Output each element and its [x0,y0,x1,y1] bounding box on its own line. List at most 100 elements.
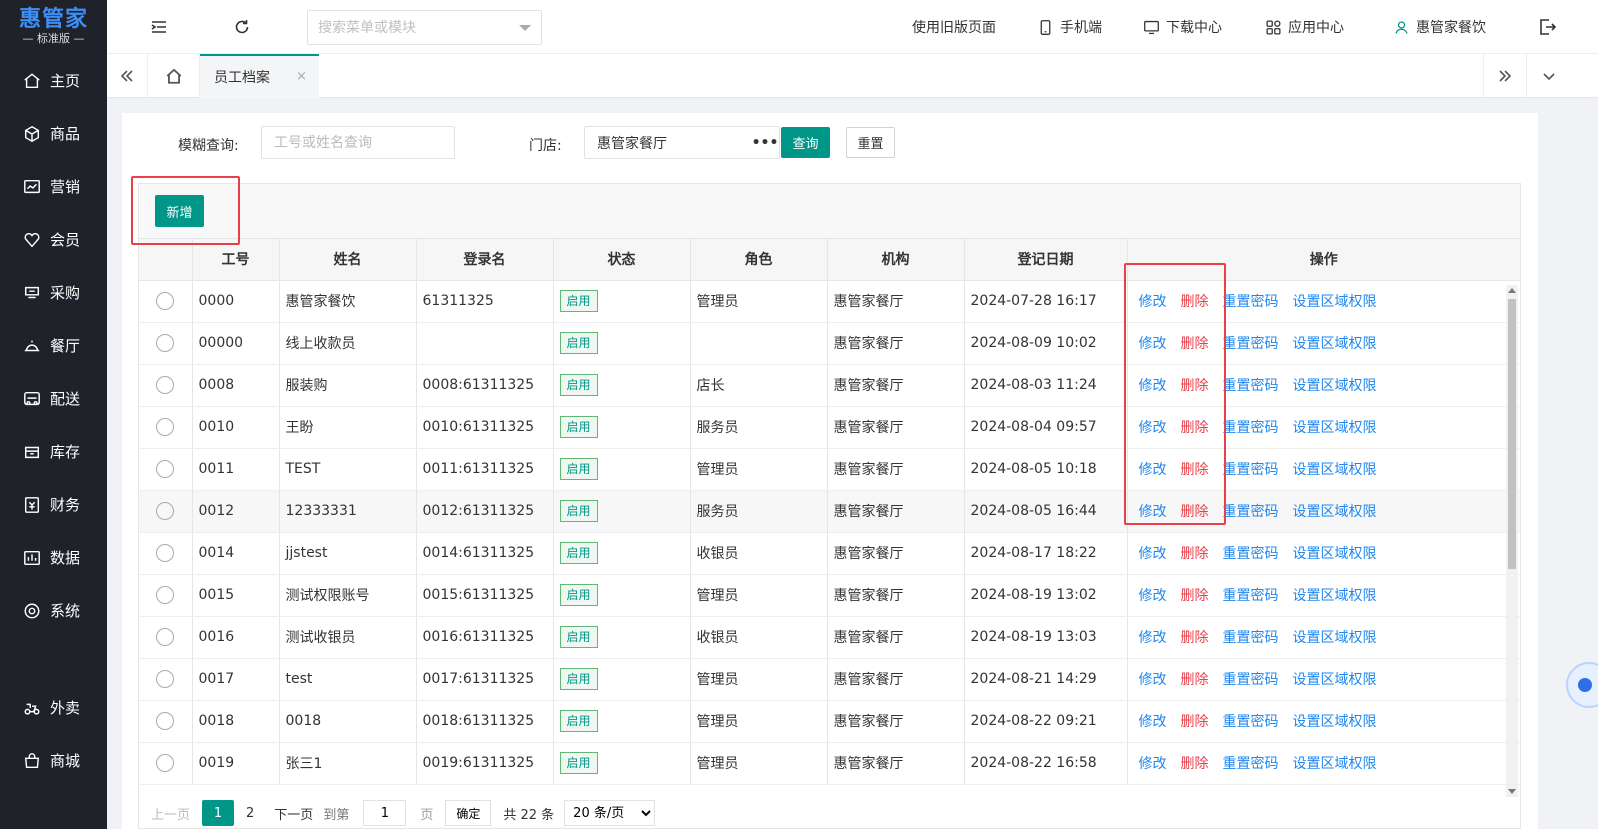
scroll-up-icon[interactable] [1508,288,1516,293]
tab-employee-profile[interactable]: 员工档案 × [200,54,319,98]
page-2-button[interactable]: 2 [246,806,254,821]
sidebar-item-heart[interactable]: 会员 [0,213,107,266]
table-row[interactable]: 0016 测试收银员 0016:61311325 启用 收银员 惠管家餐厅 2024-08-… [139,616,1520,659]
reset-password-link[interactable]: 重置密码 [1223,462,1279,478]
row-select-radio[interactable] [156,418,175,436]
assistant-float-button[interactable] [1566,662,1598,708]
tab-scroll-right-button[interactable] [1483,54,1527,97]
delete-link[interactable]: 删除 [1181,378,1209,394]
next-page-button[interactable]: 下一页 [274,804,313,823]
table-row[interactable]: 0017 test 0017:61311325 启用 管理员 惠管家餐厅 2024-08-2… [139,658,1520,701]
delete-link[interactable]: 删除 [1181,294,1209,310]
row-select-radio[interactable] [156,334,175,352]
reset-password-link[interactable]: 重置密码 [1223,336,1279,352]
menu-collapse-icon[interactable] [149,17,169,37]
region-permission-link[interactable]: 设置区域权限 [1293,672,1377,688]
table-row[interactable]: 0012 12333331 0012:61311325 启用 服务员 惠管家餐厅 2024-… [139,490,1520,533]
old-version-link[interactable]: 使用旧版页面 [912,17,996,37]
mobile-link[interactable]: 手机端 [1037,17,1102,37]
chevron-down-icon[interactable] [519,25,531,31]
edit-link[interactable]: 修改 [1139,672,1167,688]
prev-page-button[interactable]: 上一页 [151,804,190,823]
region-permission-link[interactable]: 设置区域权限 [1293,378,1377,394]
row-select-radio[interactable] [156,376,175,394]
reset-password-link[interactable]: 重置密码 [1223,672,1279,688]
region-permission-link[interactable]: 设置区域权限 [1293,420,1377,436]
region-permission-link[interactable]: 设置区域权限 [1293,504,1377,520]
delete-link[interactable]: 删除 [1181,756,1209,772]
reset-password-link[interactable]: 重置密码 [1223,378,1279,394]
region-permission-link[interactable]: 设置区域权限 [1293,588,1377,604]
row-select-radio[interactable] [156,628,175,646]
edit-link[interactable]: 修改 [1139,462,1167,478]
edit-link[interactable]: 修改 [1139,588,1167,604]
region-permission-link[interactable]: 设置区域权限 [1293,336,1377,352]
region-permission-link[interactable]: 设置区域权限 [1293,756,1377,772]
row-select-radio[interactable] [156,502,175,520]
sidebar-item-settings[interactable]: 系统 [0,584,107,637]
sidebar-item-inventory[interactable]: 库存 [0,425,107,478]
region-permission-link[interactable]: 设置区域权限 [1293,462,1377,478]
sidebar-item-mall[interactable]: 商城 [0,734,107,787]
sidebar-item-dining[interactable]: 餐厅 [0,319,107,372]
sidebar-item-takeout[interactable]: 外卖 [0,681,107,734]
edit-link[interactable]: 修改 [1139,336,1167,352]
edit-link[interactable]: 修改 [1139,504,1167,520]
page-1-button[interactable]: 1 [202,800,235,826]
region-permission-link[interactable]: 设置区域权限 [1293,630,1377,646]
scrollbar-thumb[interactable] [1508,299,1516,569]
menu-search-input[interactable] [308,11,508,44]
query-button[interactable]: 查询 [781,127,830,158]
table-row[interactable]: 0019 张三1 0019:61311325 启用 管理员 惠管家餐厅 2024-08-22… [139,742,1520,785]
table-row[interactable]: 0008 服装购 0008:61311325 启用 店长 惠管家餐厅 2024-08-03 … [139,364,1520,407]
reset-password-link[interactable]: 重置密码 [1223,504,1279,520]
reset-password-link[interactable]: 重置密码 [1223,294,1279,310]
sidebar-item-home[interactable]: 主页 [0,54,107,107]
sidebar-item-delivery[interactable]: 配送 [0,372,107,425]
sidebar-item-finance[interactable]: 财务 [0,478,107,531]
row-select-radio[interactable] [156,754,175,772]
region-permission-link[interactable]: 设置区域权限 [1293,714,1377,730]
delete-link[interactable]: 删除 [1181,420,1209,436]
goto-confirm-button[interactable]: 确定 [445,800,492,826]
add-button[interactable]: 新增 [155,195,204,227]
row-select-radio[interactable] [156,670,175,688]
delete-link[interactable]: 删除 [1181,336,1209,352]
tab-scroll-left-button[interactable] [107,54,148,97]
delete-link[interactable]: 删除 [1181,588,1209,604]
user-menu[interactable]: 惠管家餐饮 [1393,17,1486,37]
app-center-link[interactable]: 应用中心 [1265,17,1344,37]
table-scrollbar[interactable] [1506,285,1518,797]
table-row[interactable]: 0011 TEST 0011:61311325 启用 管理员 惠管家餐厅 2024-08-0… [139,448,1520,491]
row-select-radio[interactable] [156,712,175,730]
sidebar-item-purchase[interactable]: 采购 [0,266,107,319]
delete-link[interactable]: 删除 [1181,672,1209,688]
menu-search[interactable] [307,10,542,45]
reset-password-link[interactable]: 重置密码 [1223,714,1279,730]
goto-page-input[interactable] [363,800,407,826]
reset-password-link[interactable]: 重置密码 [1223,588,1279,604]
reset-password-link[interactable]: 重置密码 [1223,546,1279,562]
table-row[interactable]: 00000 线上收款员 启用 惠管家餐厅 2024-08-09 10:02 修改 删除 重置密… [139,322,1520,365]
logout-icon[interactable] [1537,17,1557,37]
download-center-link[interactable]: 下载中心 [1143,17,1222,37]
row-select-radio[interactable] [156,586,175,604]
table-row[interactable]: 0000 惠管家餐饮 61311325 启用 管理员 惠管家餐厅 2024-07-28 16… [139,280,1520,323]
reset-password-link[interactable]: 重置密码 [1223,420,1279,436]
more-icon[interactable]: ••• [751,127,779,158]
row-select-radio[interactable] [156,460,175,478]
table-row[interactable]: 0018 0018 0018:61311325 启用 管理员 惠管家餐厅 2024-08-2… [139,700,1520,743]
delete-link[interactable]: 删除 [1181,546,1209,562]
fuzzy-query-input[interactable] [261,126,455,159]
edit-link[interactable]: 修改 [1139,756,1167,772]
region-permission-link[interactable]: 设置区域权限 [1293,546,1377,562]
sidebar-item-cube[interactable]: 商品 [0,107,107,160]
scroll-down-icon[interactable] [1508,789,1516,794]
sidebar-item-data[interactable]: 数据 [0,531,107,584]
tab-close-icon[interactable]: × [296,69,307,84]
edit-link[interactable]: 修改 [1139,630,1167,646]
edit-link[interactable]: 修改 [1139,378,1167,394]
table-row[interactable]: 0010 王盼 0010:61311325 启用 服务员 惠管家餐厅 2024-08-04 … [139,406,1520,449]
table-row[interactable]: 0015 测试权限账号 0015:61311325 启用 管理员 惠管家餐厅 2024-08… [139,574,1520,617]
edit-link[interactable]: 修改 [1139,294,1167,310]
